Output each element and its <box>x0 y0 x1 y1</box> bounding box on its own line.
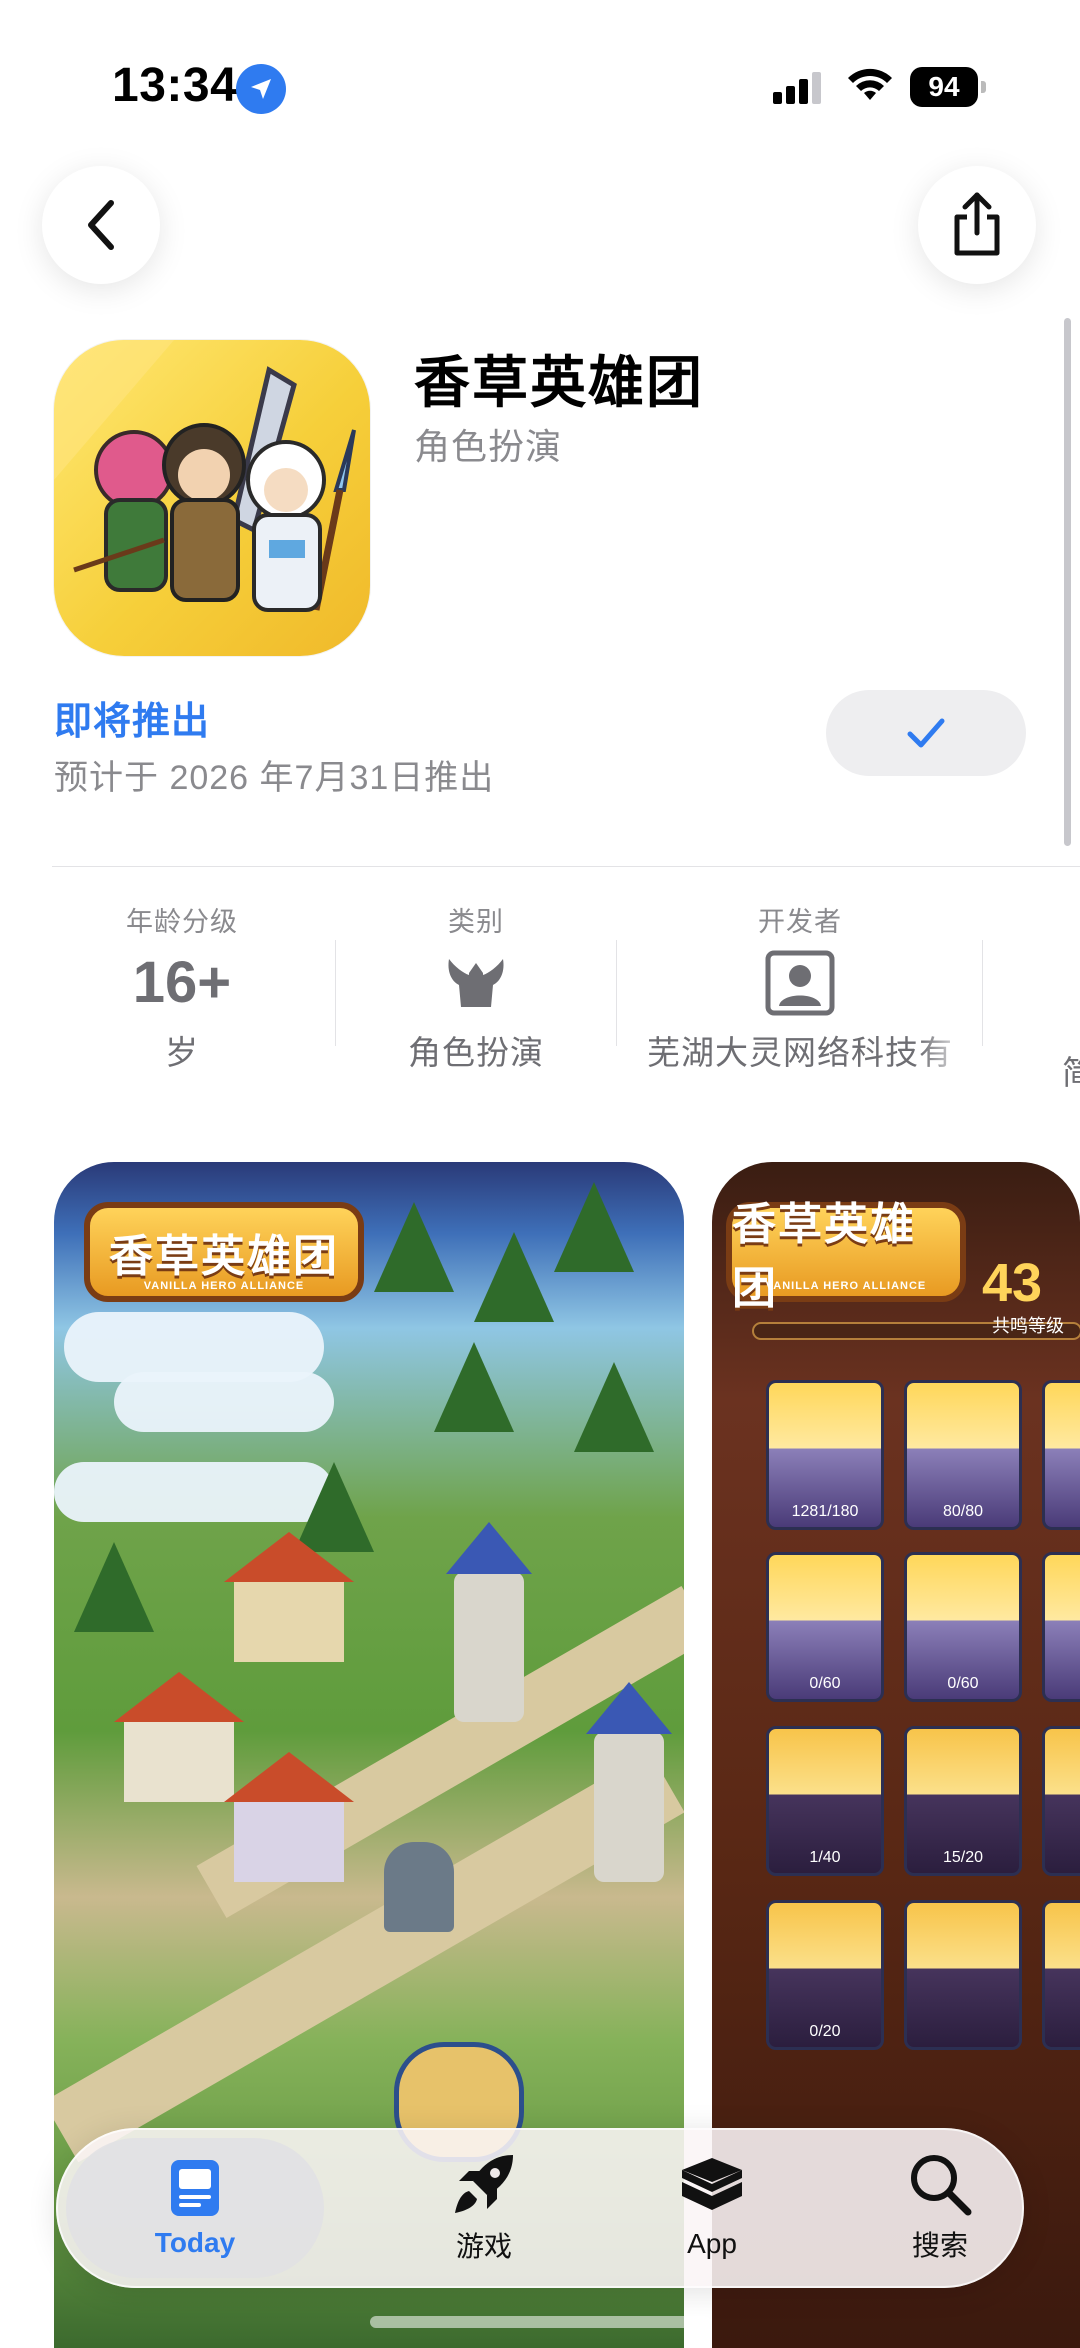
rocket-icon <box>455 2155 513 2213</box>
info-separator <box>982 940 983 1046</box>
game-logo-subtitle: VANILLA HERO ALLIANCE <box>143 1280 305 1292</box>
chevron-left-icon <box>88 200 114 250</box>
tab-search[interactable]: 搜索 <box>820 2128 1060 2288</box>
wifi-icon <box>845 64 895 109</box>
tab-apps-label: App <box>687 2228 737 2259</box>
age-rating-label: 年龄分级 <box>126 907 238 937</box>
hero-card: 80/80 <box>904 1380 1022 1530</box>
game-logo-text: 香草英雄团 <box>109 1232 339 1281</box>
app-icon <box>54 340 370 656</box>
hero-card: 0/20 <box>766 1900 884 2050</box>
hero-card-count: 15/20 <box>942 1849 984 1866</box>
hero-card <box>1042 1380 1080 1530</box>
info-separator <box>335 940 336 1046</box>
hero-card-count: 1/40 <box>809 1849 841 1866</box>
hero-card: 15/20 <box>904 1726 1022 1876</box>
game-logo-subtitle: VANILLA HERO ALLIANCE <box>765 1280 927 1292</box>
checkmark-icon <box>907 718 945 748</box>
app-category: 角色扮演 <box>414 426 563 467</box>
release-date: 预计于 2026 年7月31日推出 <box>54 759 495 797</box>
hero-card: 1/40 <box>766 1726 884 1876</box>
tab-apps[interactable]: App <box>592 2128 832 2288</box>
hero-card <box>1042 1726 1080 1876</box>
hero-card-count: 0/20 <box>809 2023 841 2040</box>
location-arrow-icon <box>236 64 286 114</box>
age-rating-unit: 岁 <box>165 1034 199 1071</box>
status-time: 13:34 <box>112 59 238 112</box>
game-logo: 香草英雄团 VANILLA HERO ALLIANCE <box>84 1202 364 1302</box>
game-logo-text: 香草英雄团 <box>732 1200 916 1313</box>
tab-bar: Today 游戏 App 搜索 <box>56 2128 1024 2288</box>
app-title: 香草英雄团 <box>414 351 704 414</box>
availability-status: 即将推出 <box>54 701 211 743</box>
tab-search-label: 搜索 <box>911 2230 968 2261</box>
layers-icon <box>682 2158 742 2210</box>
info-age-rating[interactable]: 年龄分级 16+ 岁 <box>62 900 302 1074</box>
hero-card <box>1042 1900 1080 2050</box>
cellular-signal-icon <box>773 70 825 111</box>
hero-card-count: 1281/180 <box>791 1503 859 1520</box>
resonance-level-label: 共鸣等级 <box>992 1316 1064 1336</box>
info-separator <box>616 940 617 1046</box>
hero-card <box>1042 1552 1080 1702</box>
category-value: 角色扮演 <box>408 1034 544 1071</box>
hero-card: 1281/180 <box>766 1380 884 1530</box>
divider <box>52 866 1080 867</box>
tab-today-label: Today <box>154 2227 236 2258</box>
tab-today[interactable]: Today <box>66 2138 324 2278</box>
hero-card-count: 0/60 <box>809 1675 841 1692</box>
preorder-notify-button[interactable] <box>826 690 1026 776</box>
age-rating-value: 16+ <box>132 950 232 1015</box>
battery-level: 94 <box>910 67 978 107</box>
scroll-indicator[interactable] <box>1064 318 1071 846</box>
hero-card: 0/60 <box>766 1552 884 1702</box>
hero-card: 0/60 <box>904 1552 1022 1702</box>
developer-name: 芜湖大灵网络科技有 <box>647 1034 953 1071</box>
home-indicator[interactable] <box>370 2316 710 2328</box>
search-icon <box>911 2155 972 2216</box>
info-developer[interactable]: 开发者 芜湖大灵网络科技有 <box>630 900 970 1074</box>
resonance-level-value: 43 <box>982 1253 1043 1313</box>
hero-card <box>904 1900 1022 2050</box>
person-badge-icon <box>765 950 835 1016</box>
today-icon <box>171 2160 219 2216</box>
info-next-partial[interactable]: 简 <box>1062 1046 1080 1094</box>
category-label: 类别 <box>448 907 504 937</box>
info-next-partial-text: 简 <box>1062 1054 1080 1091</box>
game-logo: 香草英雄团 VANILLA HERO ALLIANCE <box>726 1200 966 1313</box>
share-icon <box>954 192 1000 256</box>
tab-games[interactable]: 游戏 <box>364 2128 604 2288</box>
tab-games-label: 游戏 <box>455 2231 512 2262</box>
battery-icon: 94 <box>910 67 986 107</box>
status-bar: 13:34 94 <box>0 0 1080 130</box>
viking-helmet-icon <box>448 959 504 1007</box>
hero-card-count: 0/60 <box>947 1675 979 1692</box>
info-category[interactable]: 类别 角色扮演 <box>356 900 596 1074</box>
back-button[interactable] <box>42 166 160 284</box>
hero-card-count: 80/80 <box>942 1503 984 1520</box>
share-button[interactable] <box>918 166 1036 284</box>
developer-label: 开发者 <box>758 907 842 937</box>
